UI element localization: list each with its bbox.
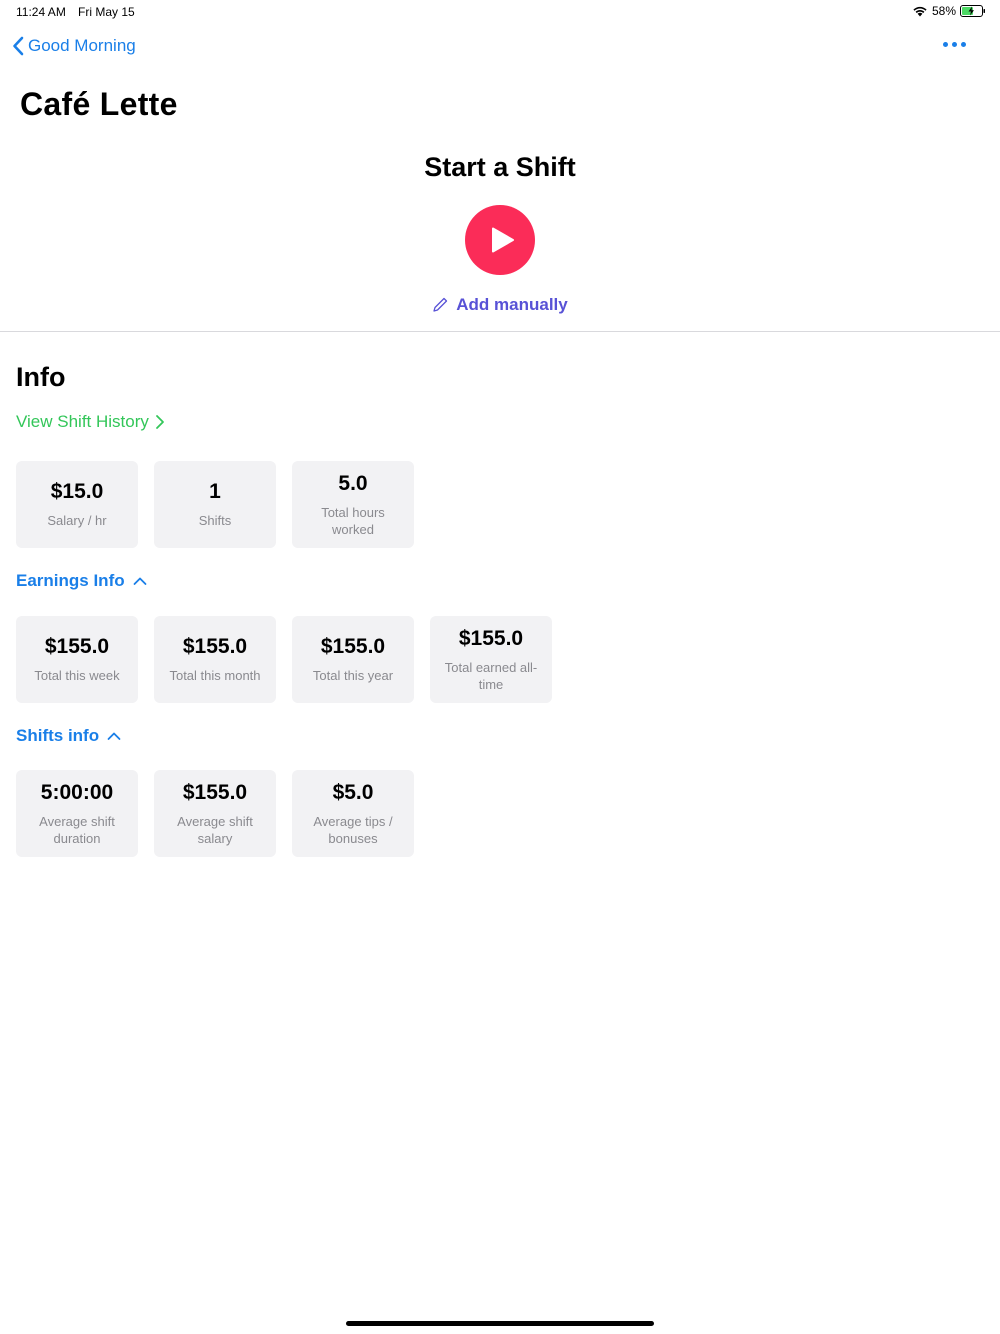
shifts-info-toggle[interactable]: Shifts info <box>16 726 121 746</box>
page-title: Café Lette <box>20 86 178 122</box>
navigation-bar: Good Morning <box>0 36 1000 62</box>
stat-card-shifts: 1 Shifts <box>154 461 276 548</box>
home-indicator[interactable] <box>346 1321 654 1326</box>
stat-label: Shifts <box>198 513 232 528</box>
stat-card-avg-salary: $155.0 Average shift salary <box>154 770 276 857</box>
battery-charging-icon <box>960 5 985 17</box>
stat-label: Average tips / bonuses <box>313 813 393 846</box>
stat-card-year: $155.0 Total this year <box>292 616 414 703</box>
stat-label: Average shift salary <box>177 813 253 846</box>
earnings-cards: $155.0 Total this week $155.0 Total this… <box>16 616 552 703</box>
info-title: Info <box>16 362 66 392</box>
stat-value: 5.0 <box>338 471 368 495</box>
stat-card-avg-duration: 5:00:00 Average shift duration <box>16 770 138 857</box>
stat-label: Total this month <box>169 668 261 683</box>
start-shift-button[interactable] <box>465 205 535 275</box>
more-dot <box>952 42 957 47</box>
pencil-icon <box>433 297 448 312</box>
status-indicators: 58% <box>912 4 986 18</box>
status-bar: 11:24 AM Fri May 15 58% <box>0 0 1000 24</box>
stat-value: $155.0 <box>320 635 386 658</box>
status-date: Fri May 15 <box>78 5 135 19</box>
stat-value: $155.0 <box>458 626 524 650</box>
stat-value: $155.0 <box>182 635 248 658</box>
wifi-icon <box>913 6 927 17</box>
shifts-info-cards: 5:00:00 Average shift duration $155.0 Av… <box>16 770 414 857</box>
stat-value: 1 <box>209 480 221 503</box>
earnings-info-toggle[interactable]: Earnings Info <box>16 571 147 591</box>
stat-label: Average shift duration <box>39 813 115 846</box>
stat-card-month: $155.0 Total this month <box>154 616 276 703</box>
add-manually-label: Add manually <box>456 295 568 314</box>
stat-value: 5:00:00 <box>40 780 114 804</box>
earnings-info-title: Earnings Info <box>16 571 125 590</box>
info-cards: $15.0 Salary / hr 1 Shifts 5.0 Total hou… <box>16 461 414 548</box>
stat-value: $15.0 <box>50 480 104 503</box>
stat-value: $155.0 <box>182 780 248 804</box>
more-dot <box>961 42 966 47</box>
back-button-label: Good Morning <box>28 36 136 55</box>
start-shift-title: Start a Shift <box>424 152 576 182</box>
stat-card-all-time: $155.0 Total earned all-time <box>430 616 552 703</box>
stat-card-hours: 5.0 Total hours worked <box>292 461 414 548</box>
more-dot <box>943 42 948 47</box>
chevron-up-icon <box>133 577 147 585</box>
chevron-up-icon <box>107 732 121 740</box>
section-divider <box>0 331 1000 332</box>
stat-label: Total this year <box>312 668 394 683</box>
stat-label: Total earned all-time <box>444 659 538 692</box>
play-icon <box>492 227 514 253</box>
chevron-left-icon <box>13 36 24 56</box>
stat-card-avg-tips: $5.0 Average tips / bonuses <box>292 770 414 857</box>
more-options-button[interactable] <box>943 42 966 47</box>
chevron-right-icon <box>156 415 164 429</box>
view-shift-history-label: View Shift History <box>16 412 149 431</box>
stat-card-week: $155.0 Total this week <box>16 616 138 703</box>
stat-value: $155.0 <box>44 635 110 658</box>
shifts-info-title: Shifts info <box>16 726 100 745</box>
view-shift-history-link[interactable]: View Shift History <box>16 412 165 432</box>
stat-value: $5.0 <box>332 780 374 804</box>
battery-percentage: 58% <box>931 4 956 18</box>
back-button[interactable]: Good Morning <box>12 36 136 56</box>
stat-label: Salary / hr <box>47 513 107 528</box>
stat-label: Total this week <box>34 668 120 683</box>
add-manually-button[interactable]: Add manually <box>0 295 1000 315</box>
stat-card-salary: $15.0 Salary / hr <box>16 461 138 548</box>
stat-label: Total hours worked <box>321 504 385 537</box>
status-time: 11:24 AM <box>16 5 66 19</box>
